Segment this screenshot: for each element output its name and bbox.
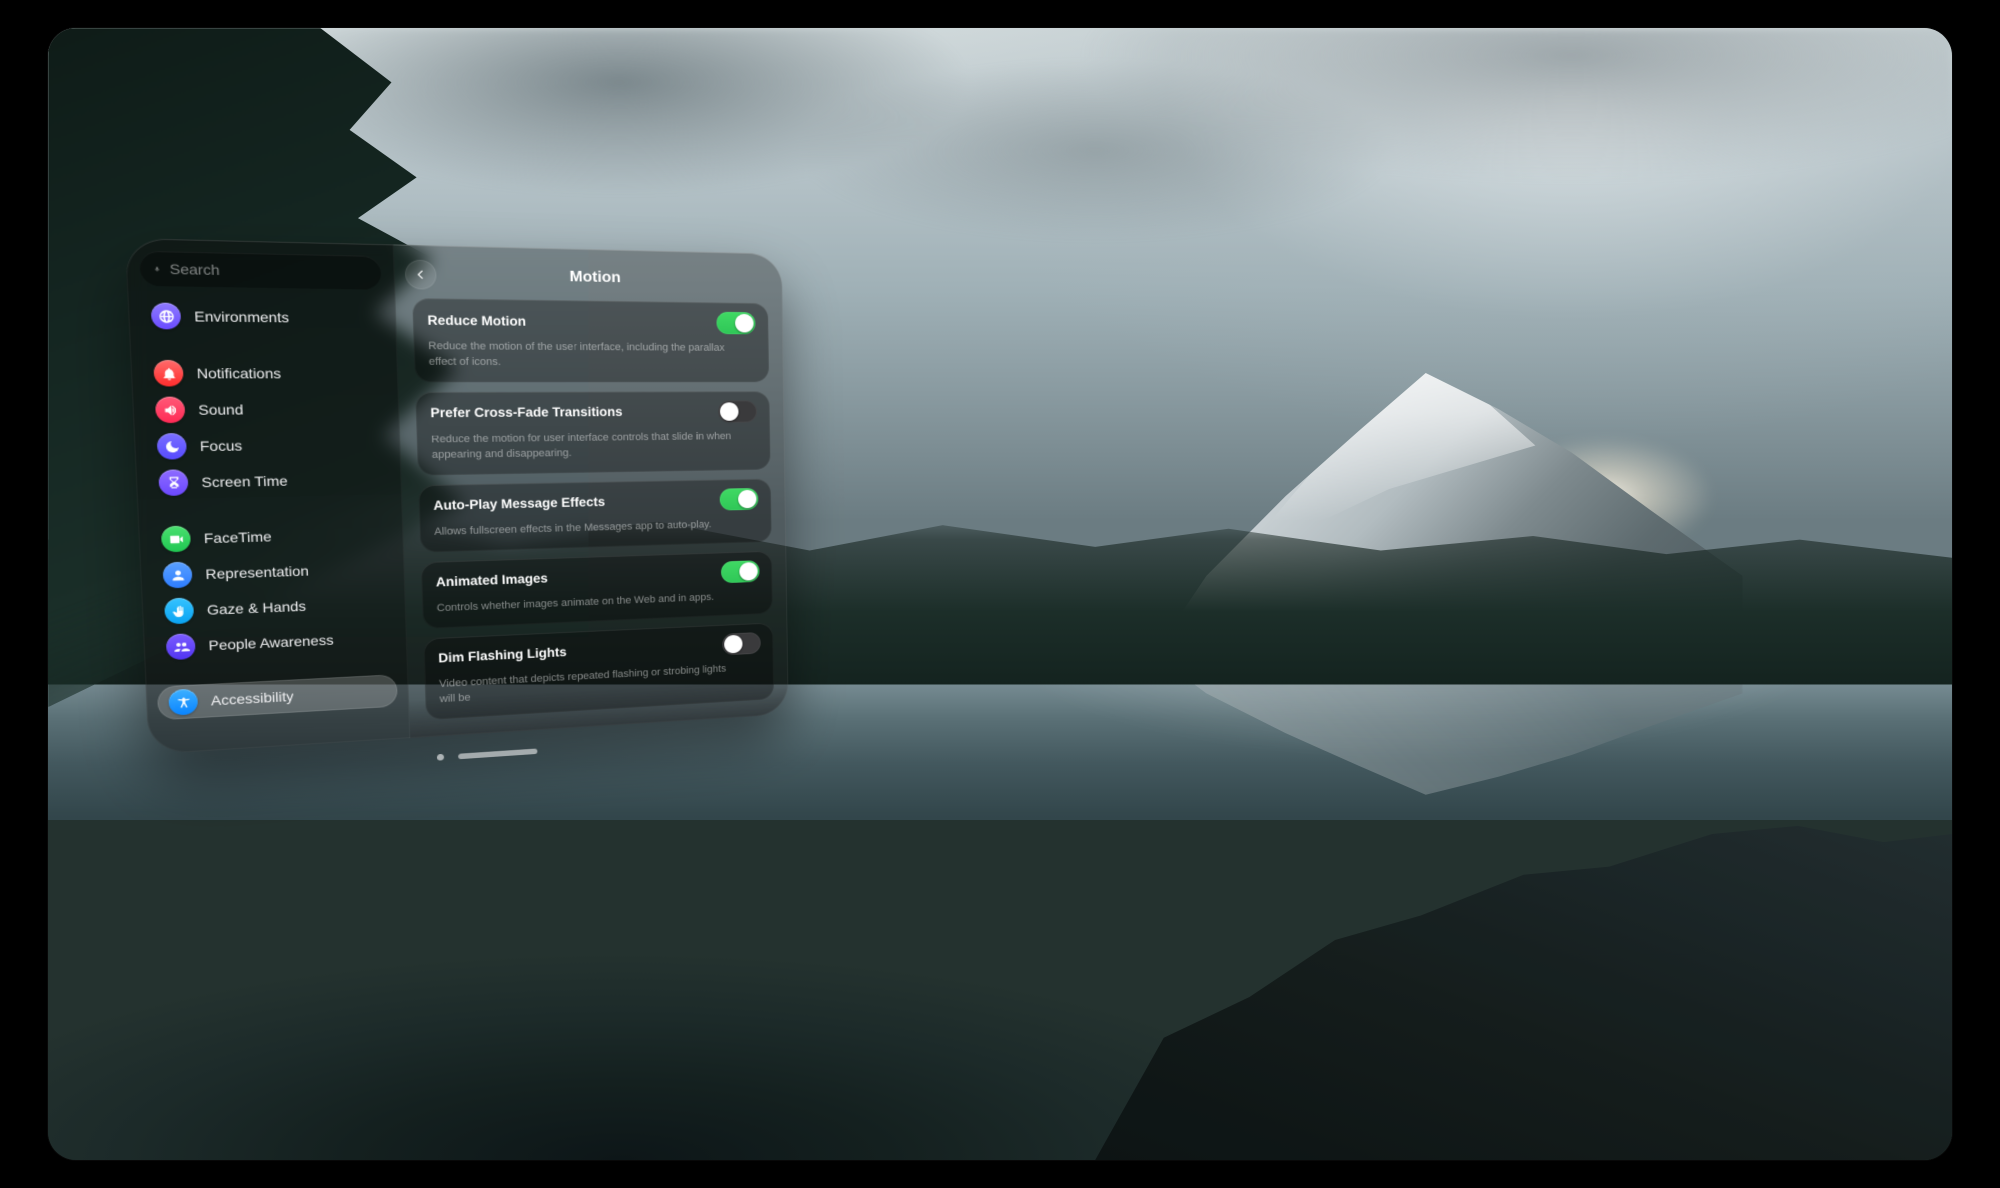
grabber-dot-icon — [437, 754, 444, 761]
setting-title: Prefer Cross-Fade Transitions — [430, 405, 622, 420]
person-icon — [162, 562, 192, 589]
sidebar-item-label: Sound — [198, 402, 244, 418]
search-input[interactable] — [169, 261, 368, 281]
toggle-animated-images[interactable] — [721, 560, 760, 583]
globe-icon — [151, 303, 182, 330]
setting-dim-flashing-lights: Dim Flashing Lights Video content that d… — [423, 622, 774, 719]
sidebar-item-focus[interactable]: Focus — [145, 427, 389, 464]
immersive-stage: Environments Notifications — [48, 28, 1952, 1160]
people-icon — [166, 633, 196, 660]
sidebar-item-label: Notifications — [196, 365, 281, 381]
setting-description: Allows fullscreen effects in the Message… — [434, 517, 734, 540]
back-button[interactable] — [405, 260, 437, 290]
page-title: Motion — [569, 269, 621, 287]
sidebar-item-sound[interactable]: Sound — [143, 392, 388, 427]
chevron-left-icon — [413, 268, 428, 282]
sidebar-item-screen-time[interactable]: Screen Time — [147, 462, 391, 500]
setting-description: Video content that depicts repeated flas… — [439, 662, 737, 708]
video-icon — [161, 526, 191, 553]
setting-description: Controls whether images animate on the W… — [436, 590, 735, 617]
hand-icon — [164, 597, 194, 624]
sidebar-item-notifications[interactable]: Notifications — [142, 356, 387, 391]
setting-animated-images: Animated Images Controls whether images … — [421, 551, 773, 629]
sidebar-item-label: Accessibility — [211, 688, 294, 708]
bell-icon — [153, 360, 184, 387]
settings-sidebar: Environments Notifications — [125, 238, 411, 755]
sidebar-item-label: Screen Time — [201, 473, 288, 490]
setting-prefer-cross-fade: Prefer Cross-Fade Transitions Reduce the… — [415, 391, 770, 475]
toggle-auto-play-effects[interactable] — [720, 488, 759, 511]
detail-header: Motion — [411, 257, 768, 298]
toggle-dim-flashing-lights[interactable] — [722, 632, 761, 655]
sidebar-item-label: Focus — [200, 438, 243, 455]
setting-title: Reduce Motion — [427, 313, 526, 329]
toggle-reduce-motion[interactable] — [716, 312, 755, 335]
settings-detail: Motion Reduce Motion Reduce the motion o… — [394, 245, 789, 739]
settings-list: Reduce Motion Reduce the motion of the u… — [412, 298, 774, 719]
hourglass-icon — [158, 469, 188, 496]
moon-icon — [157, 433, 187, 460]
setting-description: Reduce the motion for user interface con… — [431, 430, 733, 464]
mic-icon — [153, 261, 161, 277]
sidebar-item-label: Environments — [194, 308, 289, 325]
settings-window: Environments Notifications — [125, 238, 789, 755]
speaker-icon — [155, 397, 186, 424]
sidebar-item-environments[interactable]: Environments — [139, 298, 385, 335]
setting-title: Animated Images — [436, 571, 548, 589]
sidebar-item-accessibility[interactable]: Accessibility — [157, 674, 398, 720]
setting-title: Dim Flashing Lights — [438, 645, 567, 665]
sidebar-item-label: FaceTime — [204, 529, 272, 547]
sidebar-item-facetime[interactable]: FaceTime — [149, 517, 392, 557]
toggle-prefer-cross-fade[interactable] — [718, 400, 757, 422]
setting-reduce-motion: Reduce Motion Reduce the motion of the u… — [412, 298, 769, 382]
sidebar-item-label: Gaze & Hands — [207, 598, 307, 618]
accessibility-icon — [168, 689, 198, 716]
sidebar-item-label: Representation — [205, 563, 309, 582]
setting-description: Reduce the motion of the user interface,… — [428, 339, 731, 371]
setting-auto-play-effects: Auto-Play Message Effects Allows fullscr… — [418, 478, 771, 552]
search-field[interactable] — [139, 251, 381, 290]
sidebar-item-label: People Awareness — [208, 632, 334, 653]
setting-title: Auto-Play Message Effects — [433, 495, 605, 513]
